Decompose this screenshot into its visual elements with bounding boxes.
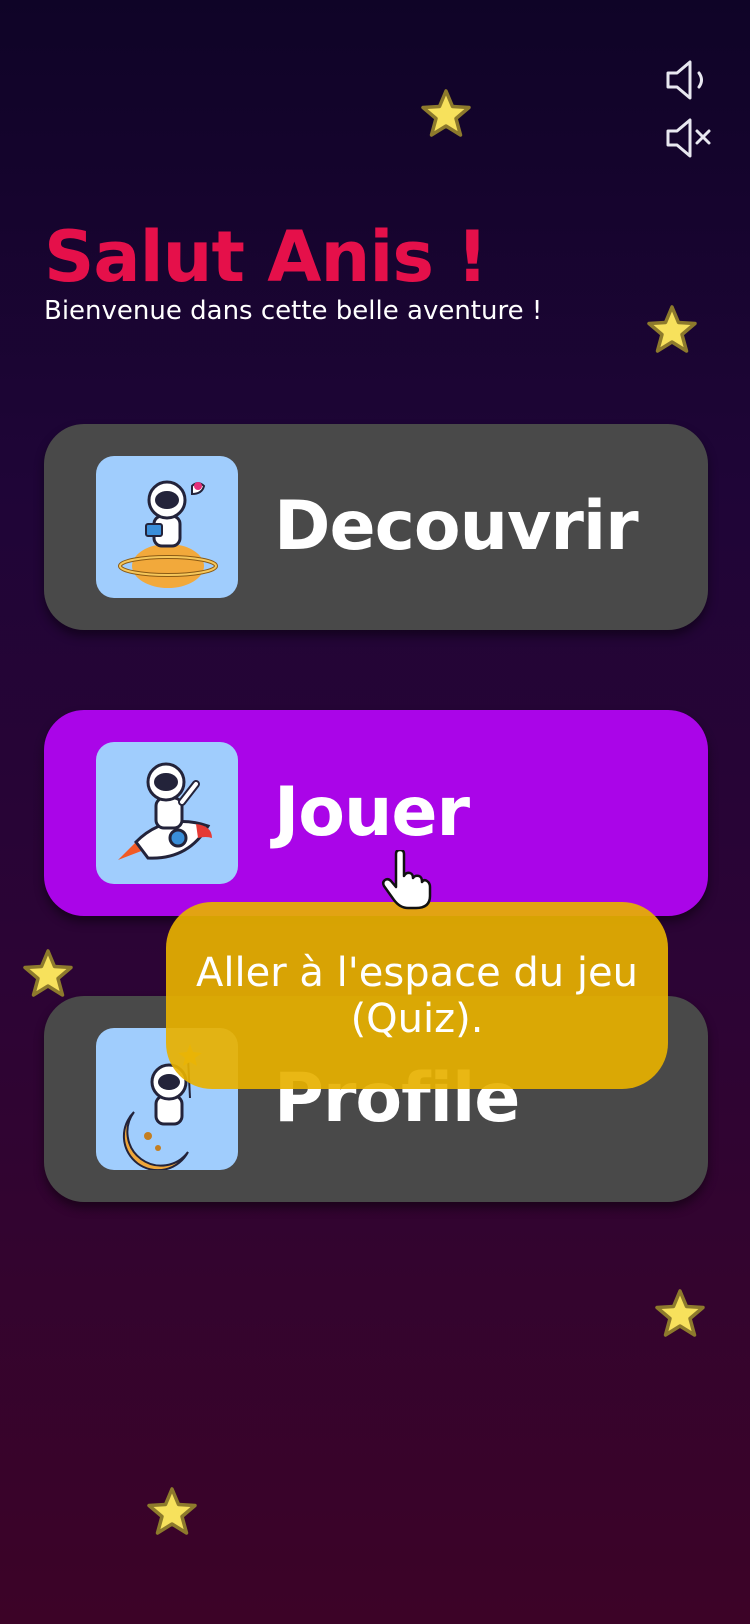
- astronaut-on-planet-icon: [96, 456, 238, 598]
- star-icon: [22, 948, 74, 1000]
- star-icon: [420, 88, 472, 140]
- menu-label: Decouvrir: [274, 487, 639, 566]
- astronaut-on-rocket-icon: [96, 742, 238, 884]
- greeting-title: Salut Anis !: [44, 216, 488, 298]
- menu-card-decouvrir[interactable]: Decouvrir: [44, 424, 708, 630]
- welcome-subtitle: Bienvenue dans cette belle aventure !: [44, 296, 543, 326]
- menu-card-jouer[interactable]: Jouer: [44, 710, 708, 916]
- tooltip: Aller à l'espace du jeu (Quiz).: [166, 902, 668, 1089]
- star-icon: [146, 1486, 198, 1538]
- menu-label: Jouer: [274, 773, 470, 852]
- hand-cursor-icon: [380, 848, 432, 910]
- speaker-mute-icon[interactable]: [662, 114, 714, 162]
- tooltip-text: Aller à l'espace du jeu (Quiz).: [196, 949, 638, 1042]
- speaker-icon[interactable]: [662, 56, 714, 104]
- star-icon: [654, 1288, 706, 1340]
- star-icon: [646, 304, 698, 356]
